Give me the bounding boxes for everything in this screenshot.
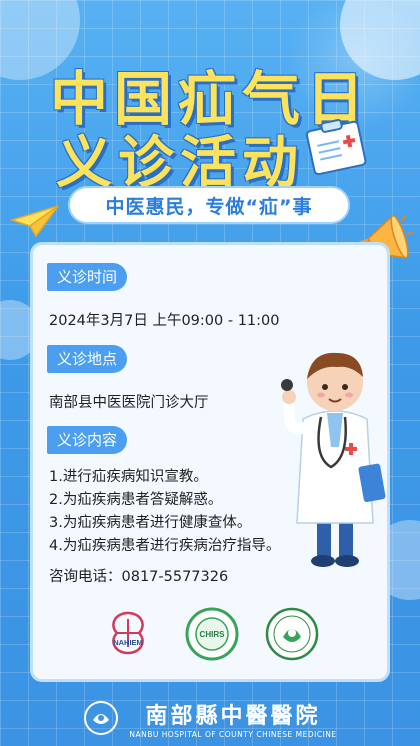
nahiem-logo-text: NAHIEM [113,638,143,647]
place-value: 南部县中医医院门诊大厅 [49,395,209,411]
content-item-1: 1.进行疝疾病知识宣教。 [49,469,208,485]
phone-text: 咨询电话：0817-5577326 [49,569,229,585]
slogan-banner: 中医惠民，专做“疝”事 [68,186,350,224]
hospital-seal-logo [265,607,319,661]
hospital-seal-icon [265,607,319,661]
chirs-logo: CHIRS [185,607,239,661]
slogan-text: 中医惠民，专做“疝”事 [105,195,313,218]
paper-plane-icon [10,205,59,238]
place-label: 义诊地点 [47,345,128,373]
knot-icon: NAHIEM [112,611,144,655]
footer-text-group: 南部縣中醫醫院 NANBU HOSPITAL OF COUNTY CHINESE… [129,698,336,739]
hospital-english-name: NANBU HOSPITAL OF COUNTY CHINESE MEDICIN… [129,729,337,739]
clipboard-icon [305,119,367,176]
chirs-logo-text: CHIRS [200,630,226,639]
content-item-4: 4.为疝疾病患者进行疾病治疗指导。 [49,538,281,554]
hospital-name: 南部縣中醫醫院 [145,702,321,729]
content-item-3: 3.为疝疾病患者进行健康查体。 [49,515,252,531]
nahiem-logo: NAHIEM [101,607,155,661]
content-item-2: 2.为疝疾病患者答疑解惑。 [49,492,223,508]
hospital-emblem-icon [84,701,119,735]
doctor-illustration [281,352,386,567]
footer: 南部縣中醫醫院 NANBU HOSPITAL OF COUNTY CHINESE… [0,690,420,746]
info-card: 义诊时间 2024年3月7日 上午09:00 - 11:00 义诊地点 南部县中… [30,242,390,682]
content-label: 义诊内容 [47,426,128,454]
chirs-emblem-icon: CHIRS [185,607,239,661]
time-value: 2024年3月7日 上午09:00 - 11:00 [49,313,280,329]
time-label: 义诊时间 [47,263,128,291]
